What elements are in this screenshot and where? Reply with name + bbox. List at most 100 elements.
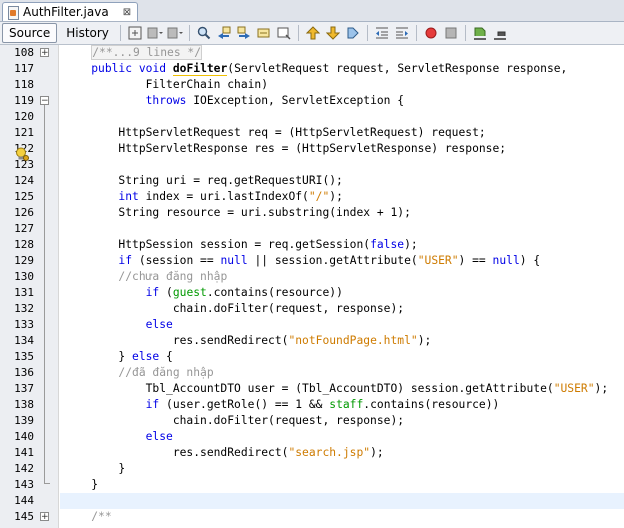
back-dropdown-icon[interactable] xyxy=(147,25,163,41)
code-line[interactable]: String resource = uri.substring(index + … xyxy=(60,205,624,221)
find-previous-icon[interactable] xyxy=(216,25,232,41)
code-token: null xyxy=(220,254,248,267)
code-token: //chưa đăng nhập xyxy=(118,270,228,283)
code-token: throws xyxy=(145,94,187,107)
code-line[interactable]: HttpSession session = req.getSession(fal… xyxy=(60,237,624,253)
line-number: 128 xyxy=(14,238,34,251)
last-edit-icon[interactable] xyxy=(127,25,143,41)
code-line[interactable]: res.sendRedirect("search.jsp"); xyxy=(60,445,624,461)
code-token: HttpServletRequest req = (HttpServletReq… xyxy=(64,126,486,139)
line-number: 117 xyxy=(14,62,34,75)
code-line[interactable]: else xyxy=(60,317,624,333)
comment-icon[interactable] xyxy=(472,25,488,41)
code-editor[interactable]: /**...9 lines */ public void doFilter(Se… xyxy=(60,45,624,525)
stop-macro-recording-icon[interactable] xyxy=(443,25,459,41)
toolbar-separator xyxy=(119,25,121,41)
toolbar-separator xyxy=(297,25,299,41)
code-token: ); xyxy=(404,238,418,251)
code-line[interactable]: if (session == null || session.getAttrib… xyxy=(60,253,624,269)
toolbar-separator xyxy=(366,25,368,41)
line-number: 136 xyxy=(14,366,34,379)
history-view-button[interactable]: History xyxy=(59,23,116,43)
code-line[interactable]: chain.doFilter(request, response); xyxy=(60,301,624,317)
find-icon[interactable] xyxy=(196,25,212,41)
expand-fold-icon[interactable]: + xyxy=(40,512,49,522)
code-line[interactable]: String uri = req.getRequestURI(); xyxy=(60,173,624,189)
code-line[interactable] xyxy=(60,221,624,237)
line-number: 131 xyxy=(14,286,34,299)
code-line[interactable]: FilterChain chain) xyxy=(60,77,624,93)
code-line[interactable]: else xyxy=(60,429,624,445)
line-number: 132 xyxy=(14,302,34,315)
line-number: 133 xyxy=(14,318,34,331)
java-file-icon xyxy=(7,5,19,20)
code-line[interactable]: res.sendRedirect("notFoundPage.html"); xyxy=(60,333,624,349)
toolbar-separator xyxy=(188,25,190,41)
code-line[interactable]: Tbl_AccountDTO user = (Tbl_AccountDTO) s… xyxy=(60,381,624,397)
code-line[interactable]: /**...9 lines */ xyxy=(60,45,624,61)
code-line[interactable] xyxy=(60,157,624,173)
code-token: doFilter xyxy=(172,62,228,76)
previous-bookmark-icon[interactable] xyxy=(305,25,321,41)
code-line[interactable]: } xyxy=(60,477,624,493)
code-line[interactable]: } else { xyxy=(60,349,624,365)
find-next-icon[interactable] xyxy=(236,25,252,41)
toggle-rectangular-selection-icon[interactable] xyxy=(276,25,292,41)
code-token: "USER" xyxy=(553,382,595,395)
lightbulb-hint-icon[interactable] xyxy=(15,146,29,161)
code-line[interactable]: HttpServletResponse res = (HttpServletRe… xyxy=(60,141,624,157)
code-token: if xyxy=(145,398,160,411)
code-line[interactable] xyxy=(60,493,624,509)
code-token: null xyxy=(492,254,520,267)
code-line[interactable]: chain.doFilter(request, response); xyxy=(60,413,624,429)
code-token: void xyxy=(138,62,167,75)
expand-fold-icon[interactable]: + xyxy=(40,48,49,58)
line-number: 130 xyxy=(14,270,34,283)
code-token: else xyxy=(145,430,173,443)
close-icon[interactable]: ⊠ xyxy=(123,7,131,18)
fold-guide-end xyxy=(44,483,50,484)
forward-dropdown-icon[interactable] xyxy=(167,25,183,41)
uncomment-icon[interactable] xyxy=(492,25,508,41)
line-number: 135 xyxy=(14,350,34,363)
code-token: .contains(resource)) xyxy=(206,286,343,299)
line-number: 126 xyxy=(14,206,34,219)
shift-line-left-icon[interactable] xyxy=(374,25,390,41)
collapse-fold-icon[interactable]: − xyxy=(40,96,49,106)
code-line[interactable]: public void doFilter(ServletRequest requ… xyxy=(60,61,624,77)
source-view-button[interactable]: Source xyxy=(2,23,58,43)
line-number: 118 xyxy=(14,78,34,91)
code-token: } xyxy=(64,478,99,491)
code-token: } xyxy=(64,350,133,363)
file-tab-authfilter[interactable]: AuthFilter.java ⊠ xyxy=(2,2,139,21)
code-line[interactable]: HttpServletRequest req = (HttpServletReq… xyxy=(60,125,624,141)
code-line[interactable]: } xyxy=(60,461,624,477)
code-line[interactable]: //chưa đăng nhập xyxy=(60,269,624,285)
code-line[interactable]: if (user.getRole() == 1 && staff.contain… xyxy=(60,397,624,413)
code-token: (session == xyxy=(132,254,221,267)
code-line[interactable]: /** xyxy=(60,509,624,525)
line-number: 144 xyxy=(14,494,34,507)
toggle-highlight-search-icon[interactable] xyxy=(256,25,272,41)
start-macro-recording-icon[interactable] xyxy=(423,25,439,41)
code-line[interactable]: //đã đăng nhập xyxy=(60,365,624,381)
code-token: FilterChain chain) xyxy=(64,78,269,91)
code-line[interactable]: throws IOException, ServletException { xyxy=(60,93,624,109)
toggle-bookmark-icon[interactable] xyxy=(345,25,361,41)
code-line[interactable] xyxy=(60,109,624,125)
shift-line-right-icon[interactable] xyxy=(394,25,410,41)
code-token: "search.jsp" xyxy=(288,446,371,459)
code-line[interactable]: if (guest.contains(resource)) xyxy=(60,285,624,301)
code-line[interactable]: int index = uri.lastIndexOf("/"); xyxy=(60,189,624,205)
code-token: int xyxy=(118,190,139,203)
line-number: 124 xyxy=(14,174,34,187)
next-bookmark-icon[interactable] xyxy=(325,25,341,41)
